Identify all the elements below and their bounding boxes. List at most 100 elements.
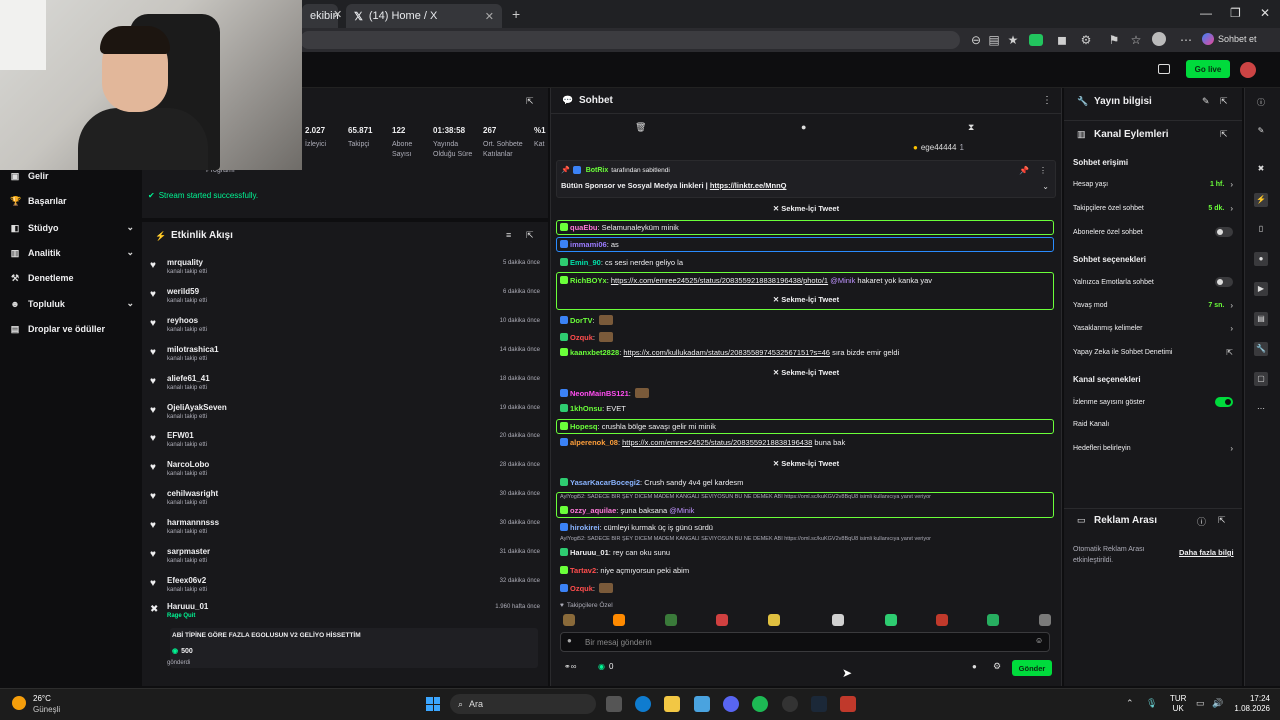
close-icon[interactable]: ✕ <box>333 8 342 21</box>
wrench-icon[interactable]: 🔧 <box>1254 342 1268 356</box>
chat-message[interactable]: kaanxbet2828: https://x.com/kullukadam/s… <box>560 348 1052 357</box>
window-icon[interactable]: ▢ <box>1254 372 1268 386</box>
extension-icon[interactable]: ⚑ <box>1106 32 1122 48</box>
send-button[interactable]: Gönder <box>1012 660 1052 676</box>
profile-avatar[interactable] <box>1152 32 1166 46</box>
microphone-icon[interactable]: 🎙 <box>1146 698 1157 709</box>
network-icon[interactable]: ▭ <box>1196 698 1205 709</box>
chat-message[interactable]: Ozquk: <box>560 583 1052 593</box>
trash-icon[interactable]: 🗑 <box>635 122 646 133</box>
embedded-tweet-link[interactable]: ✕ Sekme-İçi Tweet <box>560 204 1052 213</box>
feed-item[interactable]: ♥ sarpmaster kanalı takip etti 31 dakika ön… <box>150 547 542 575</box>
chevron-down-icon[interactable]: ⌄ <box>1042 182 1049 191</box>
filter-icon[interactable]: ≡ <box>506 230 511 240</box>
obs-icon[interactable] <box>782 696 798 712</box>
language-indicator[interactable]: TUR UK <box>1170 694 1186 714</box>
chat-username[interactable]: alperenok_08 <box>570 438 618 447</box>
close-icon[interactable]: ✕ <box>485 10 494 23</box>
feed-item[interactable]: ♥ aliefe61_41 kanalı takip etti 18 dakika ö… <box>150 374 542 402</box>
feed-item[interactable]: ♥ OjeliAyakSeven kanalı takip etti 19 dakik… <box>150 403 542 431</box>
reader-icon[interactable]: ▤ <box>986 32 1002 48</box>
setting-row[interactable]: Hedefleri belirleyin › <box>1073 444 1233 453</box>
copilot-button[interactable]: Sohbet et <box>1202 33 1257 45</box>
spotify-icon[interactable] <box>752 696 768 712</box>
chat-message[interactable]: Tartav2: niye açmıyorsun peki abim <box>560 566 1052 575</box>
emote-icon[interactable] <box>768 614 780 626</box>
chat-message[interactable]: YasarKacarBocegi2: Crush sandy 4v4 gel k… <box>560 478 1052 487</box>
feed-item[interactable]: ♥ mrquality kanalı takip etti 5 dakika önce <box>150 258 542 286</box>
chat-link[interactable]: https://x.com/emree24525/status/20835592… <box>622 438 812 447</box>
info-icon[interactable]: ⓘ <box>1197 515 1206 528</box>
setting-row[interactable]: Abonelere özel sohbet <box>1073 227 1233 237</box>
lightning-icon[interactable]: ⚡ <box>1254 193 1268 207</box>
extension-icon[interactable] <box>1029 34 1043 46</box>
embedded-tweet-link[interactable]: ✕ Sekme-İçi Tweet <box>560 459 1052 468</box>
emote-icon[interactable] <box>885 614 897 626</box>
setting-row[interactable]: Yavaş mod 7 sn. › <box>1073 301 1233 310</box>
channel-points[interactable]: ◉ 0 <box>598 662 613 671</box>
sidebar-item-topluluk[interactable]: ☻ Topluluk ⌄ <box>10 298 134 309</box>
weather-text[interactable]: Güneşli <box>33 705 60 714</box>
setting-row[interactable]: İzlenme sayısını göster <box>1073 397 1233 407</box>
user-list-icon[interactable]: ▤ <box>1254 312 1268 326</box>
emote-icon[interactable] <box>716 614 728 626</box>
extension-icon[interactable]: ◼ <box>1054 32 1070 48</box>
chat-message[interactable]: 1khOnsu: EVET <box>560 404 1052 413</box>
chat-message[interactable]: Haruuu_01: rey can oku sunu <box>560 548 1052 557</box>
chat-link[interactable]: https://x.com/kullukadam/status/20835589… <box>623 348 830 357</box>
setting-row[interactable]: Yalnızca Emotlarla sohbet <box>1073 277 1233 287</box>
toggle-switch[interactable] <box>1215 227 1233 237</box>
maximize-icon[interactable]: ❐ <box>1230 6 1241 20</box>
emote-icon[interactable] <box>665 614 677 626</box>
toggle-switch[interactable] <box>1215 397 1233 407</box>
chat-icon[interactable]: ● <box>801 122 806 132</box>
toggle-switch[interactable] <box>1215 277 1233 287</box>
setting-row[interactable]: Raid Kanalı <box>1073 421 1233 428</box>
feed-item[interactable]: ♥ Efeex06v2 kanalı takip etti 32 dakika önc… <box>150 576 542 604</box>
edge-icon[interactable] <box>635 696 651 712</box>
tab-x-home[interactable]: 𝕏 (14) Home / X ✕ <box>346 4 502 28</box>
stream-preview-icon[interactable] <box>1158 64 1170 74</box>
feed-item[interactable]: ♥ milotrashica1 kanalı takip etti 14 dakika… <box>150 345 542 373</box>
user-avatar[interactable] <box>1240 62 1256 78</box>
chat-message[interactable]: alperenok_08: https://x.com/emree24525/s… <box>560 438 1052 447</box>
setting-row[interactable]: Yapay Zeka ile Sohbet Denetimi ⇱ <box>1073 348 1233 357</box>
chat-username[interactable]: Haruuu_01 <box>570 548 609 557</box>
emoji-icon[interactable]: ☺ <box>1035 636 1043 645</box>
pinned-message[interactable]: 📌 BotRix tarafından sabitlendi Bütün Spo… <box>556 160 1056 198</box>
raid-event[interactable]: ✖ Haruuu_01 Rage Quit 1.960 hafta önce A… <box>150 602 542 672</box>
file-explorer-icon[interactable] <box>664 696 680 712</box>
chat-username[interactable]: Ozquk <box>570 584 593 593</box>
chat-username[interactable]: Ozquk <box>570 333 593 342</box>
popout-icon[interactable]: ⇱ <box>526 96 534 107</box>
feed-item[interactable]: ♥ reyhoos kanalı takip etti 10 dakika önce <box>150 316 542 344</box>
sidebar-item-basarilar[interactable]: 🏆 Başarılar <box>10 196 134 206</box>
sidebar-item-analitik[interactable]: ▥ Analitik ⌄ <box>10 247 134 258</box>
chat-message[interactable]: hirokirei: cümleyi kurmak üç iş günü sür… <box>560 523 1052 532</box>
chat-input[interactable]: Bir mesaj gönderin <box>560 632 1050 652</box>
steam-icon[interactable] <box>811 696 827 712</box>
settings-icon[interactable]: ⚙ <box>1078 32 1094 48</box>
more-icon[interactable]: ⋯ <box>1178 32 1194 48</box>
valorant-icon[interactable] <box>840 696 856 712</box>
minimize-icon[interactable]: — <box>1200 6 1212 20</box>
edit-icon[interactable]: ✎ <box>1202 96 1210 107</box>
chat-mode-icon[interactable]: ⚭∞ <box>564 662 576 671</box>
more-vertical-icon[interactable]: ⋮ <box>1042 95 1052 106</box>
feed-item[interactable]: ♥ NarcoLobo kanalı takip etti 28 dakika önc… <box>150 460 542 488</box>
close-window-icon[interactable]: ✕ <box>1260 6 1270 20</box>
chat-username[interactable]: Tartav2 <box>570 566 596 575</box>
app-icon[interactable] <box>694 696 710 712</box>
popout-icon[interactable]: ⇱ <box>526 230 534 241</box>
chat-message[interactable]: Ozquk: <box>560 332 1052 342</box>
sidebar-item-droplar[interactable]: ▤ Droplar ve ödüller <box>10 324 134 334</box>
go-live-button[interactable]: Go live <box>1186 60 1230 78</box>
emote-icon[interactable] <box>832 614 844 626</box>
emote-icon[interactable] <box>987 614 999 626</box>
more-vertical-icon[interactable]: ⋮ <box>1039 166 1047 175</box>
popout-icon[interactable]: ⇱ <box>1220 129 1228 140</box>
chat-message[interactable]: Emin_90: cs sesi nerden geliyo la <box>560 258 1052 267</box>
zoom-icon[interactable]: ⊖ <box>968 32 984 48</box>
edit-icon[interactable]: ✎ <box>1254 124 1268 138</box>
clip-icon[interactable]: ▯ <box>1254 222 1268 236</box>
